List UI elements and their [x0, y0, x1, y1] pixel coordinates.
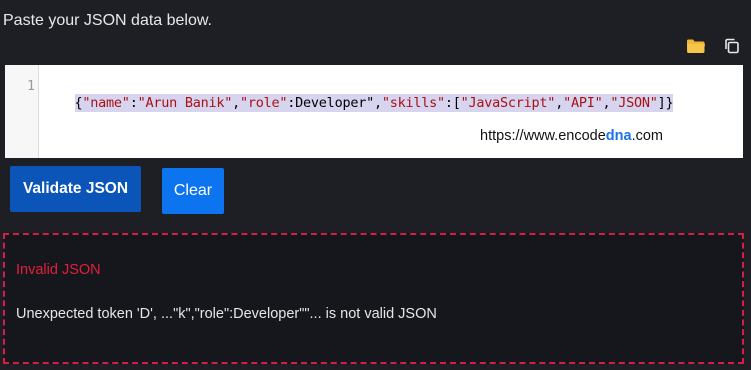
copy-icon[interactable] [721, 37, 743, 55]
validate-json-button[interactable]: Validate JSON [10, 166, 141, 212]
editor-toolbar [685, 37, 743, 55]
error-message: Unexpected token 'D', ..."k","role":Deve… [16, 306, 437, 322]
error-title: Invalid JSON [16, 262, 101, 278]
error-panel: Invalid JSON Unexpected token 'D', ..."k… [3, 233, 744, 364]
code-token: "name" [82, 95, 130, 111]
code-token: : [129, 95, 138, 111]
code-token: "API" [563, 95, 603, 111]
code-token: , [232, 95, 241, 111]
code-token: "role" [240, 95, 288, 111]
code-token: ]} [657, 95, 674, 111]
code-token: "skills" [381, 95, 445, 111]
line-number: 1 [27, 79, 35, 94]
json-editor[interactable]: 1 {"name":"Arun Banik","role":Developer"… [5, 65, 743, 158]
code-token: :Developer", [287, 95, 382, 111]
instruction-text: Paste your JSON data below. [3, 12, 212, 29]
line-number-gutter: 1 [5, 65, 39, 158]
clear-button[interactable]: Clear [162, 168, 224, 214]
code-token: "JavaScript" [460, 95, 556, 111]
watermark: https://www.encodedna.com [480, 128, 663, 144]
code-token: , [555, 95, 564, 111]
code-token: "JSON" [610, 95, 658, 111]
code-token: "Arun Banik" [137, 95, 233, 111]
folder-icon[interactable] [685, 37, 707, 55]
code-line[interactable]: {"name":"Arun Banik","role":Developer","… [74, 94, 674, 112]
code-input-area[interactable]: {"name":"Arun Banik","role":Developer","… [39, 65, 743, 158]
code-token: :[ [444, 95, 461, 111]
